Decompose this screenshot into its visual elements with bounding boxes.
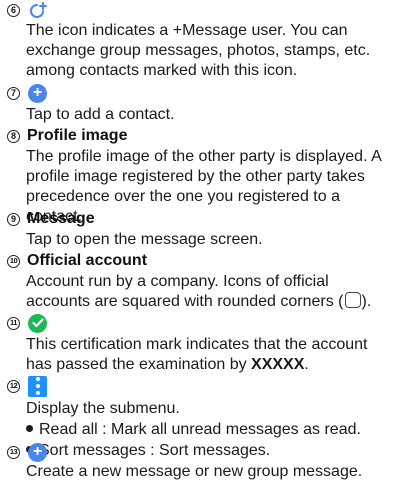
item-12-description: Display the submenu.	[26, 400, 180, 417]
item-9-header: 9 Message	[7, 209, 95, 229]
item-number: 9	[7, 212, 20, 226]
item-13-description: Create a new message or new group messag…	[26, 463, 363, 480]
item-8-header: 8 Profile image	[7, 126, 127, 146]
item-title: Profile image	[27, 127, 128, 144]
item-number: 6	[7, 3, 20, 17]
submenu-option-sort: Sort messages : Sort messages.	[26, 441, 270, 461]
item-10-description: Account run by a company. Icons of offic…	[26, 272, 392, 312]
item-7-header: 7 +	[7, 83, 47, 103]
new-message-icon: +	[28, 442, 47, 462]
description-text-end: .	[304, 356, 309, 373]
item-9-description: Tap to open the message screen.	[26, 231, 263, 248]
item-number: 12	[7, 379, 20, 393]
item-title: Official account	[27, 252, 148, 269]
bullet-text: Sort messages : Sort messages.	[39, 442, 271, 459]
item-number: 10	[7, 254, 20, 268]
examiner-name: XXXXX	[251, 356, 305, 373]
item-11-description: This certification mark indicates that t…	[26, 335, 392, 375]
bullet-text: Read all : Mark all unread messages as r…	[39, 421, 361, 438]
description-text: This certification mark indicates that t…	[26, 336, 368, 373]
submenu-kebab-icon	[28, 375, 47, 397]
item-6-header: 6	[7, 0, 48, 20]
certification-check-icon	[28, 313, 47, 333]
submenu-option-read-all: Read all : Mark all unread messages as r…	[26, 420, 361, 440]
plus-message-icon	[28, 1, 48, 19]
rounded-square-icon	[344, 292, 361, 308]
item-6-description: The icon indicates a +Message user. You …	[26, 22, 371, 79]
item-7-description: Tap to add a contact.	[26, 106, 175, 123]
item-11-header: 11	[7, 313, 47, 333]
item-number: 8	[7, 129, 20, 143]
add-contact-icon: +	[28, 83, 47, 103]
description-text-end: ).	[361, 293, 372, 310]
item-number: 7	[7, 86, 20, 100]
item-number: 13	[7, 445, 20, 459]
item-12-header: 12	[7, 375, 47, 397]
item-title: Message	[27, 210, 95, 227]
item-13-header: 13 +	[7, 442, 47, 462]
description-text: Account run by a company. Icons of offic…	[26, 273, 344, 310]
bullet-dot	[26, 425, 33, 432]
item-10-header: 10 Official account	[7, 251, 147, 271]
item-number: 11	[7, 316, 20, 330]
manual-page: 6 The icon indicates a +Message user. Yo…	[0, 0, 394, 482]
